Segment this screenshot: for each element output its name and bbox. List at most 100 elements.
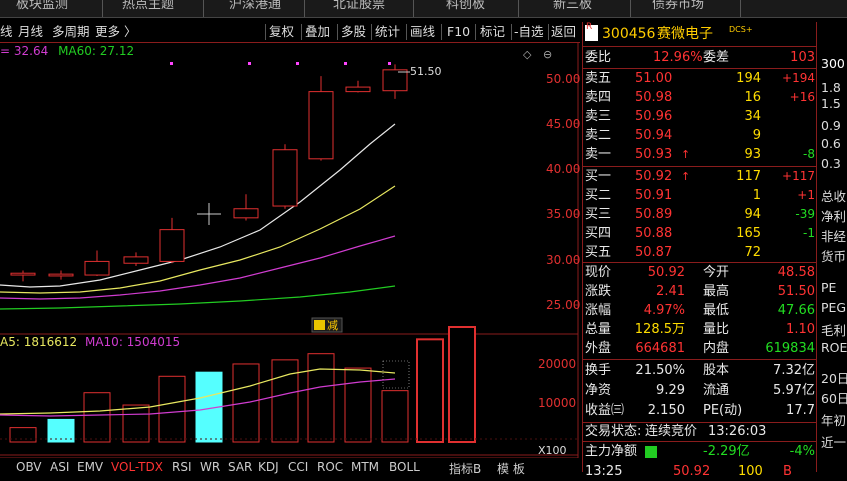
bid-row[interactable]: 买二 50.91 1 +1 bbox=[583, 186, 817, 205]
volume-bar bbox=[158, 375, 186, 443]
bid-change: +1 bbox=[797, 188, 815, 202]
up-arrow-icon: ↑ bbox=[681, 170, 691, 183]
bid-volume: 117 bbox=[736, 169, 761, 184]
divider bbox=[740, 0, 741, 17]
volume-bar bbox=[83, 392, 111, 443]
toolbar-f10[interactable]: F10 bbox=[447, 22, 470, 41]
ask-row[interactable]: 卖四 50.98 16 +16 bbox=[583, 88, 817, 107]
toolbar-line[interactable]: 线 bbox=[0, 22, 14, 41]
side-info-item: 净利 bbox=[821, 209, 847, 224]
divider bbox=[304, 0, 305, 17]
tab-bse-stocks[interactable]: 北证股票 bbox=[333, 0, 385, 15]
weibi-row: 委比 12.96% 委差 103 bbox=[583, 48, 817, 67]
toolbar-restore-rights[interactable]: 复权 bbox=[269, 22, 294, 41]
toolbar-monthly[interactable]: 月线 bbox=[18, 22, 43, 41]
ask-price: 50.93 bbox=[635, 147, 673, 162]
bid-row[interactable]: 买四 50.88 165 -1 bbox=[583, 224, 817, 243]
stat-label: 最低 bbox=[703, 303, 730, 318]
y-tick-40: 40.00 bbox=[546, 162, 581, 176]
bid-label: 买五 bbox=[585, 245, 612, 260]
ask-change: +194 bbox=[782, 71, 815, 85]
candle-body bbox=[345, 86, 371, 93]
settings-circle-icon[interactable]: ⊖ bbox=[543, 48, 552, 61]
weicha-value: 103 bbox=[790, 50, 815, 65]
bid-label: 买四 bbox=[585, 226, 612, 241]
stat-row: 现价 50.92 今开 48.58 bbox=[583, 263, 817, 282]
y-tick-35: 35.00 bbox=[546, 207, 581, 221]
weibi-label: 委比 bbox=[585, 50, 612, 65]
bid-row[interactable]: 买三 50.89 94 -39 bbox=[583, 205, 817, 224]
side-info-item: 300 bbox=[821, 56, 845, 71]
tab-bond-market[interactable]: 债券市场 bbox=[652, 0, 704, 15]
ask-label: 卖一 bbox=[585, 147, 612, 162]
ask-price: 51.00 bbox=[635, 71, 673, 86]
ma30-value: 32.64 bbox=[13, 44, 49, 58]
stock-name: 赛微电子 bbox=[657, 26, 713, 42]
stat-value: 5.97亿 bbox=[773, 383, 815, 398]
ma60-value: 27.12 bbox=[99, 44, 135, 58]
ask-price: 50.96 bbox=[635, 109, 673, 124]
side-info-item: 货币 bbox=[821, 249, 847, 264]
reduce-label: 减 bbox=[327, 319, 338, 332]
indicator-bar: OBV ASI EMV VOL-TDX RSI WR SAR KDJ CCI R… bbox=[0, 458, 580, 476]
bid-row[interactable]: 买一 50.92 ↑ 117 +117 bbox=[583, 167, 817, 186]
ask-row[interactable]: 卖一 50.93 ↑ 93 -8 bbox=[583, 145, 817, 164]
volume-bar bbox=[344, 367, 372, 443]
bid-volume: 1 bbox=[752, 188, 761, 203]
ask-row[interactable]: 卖三 50.96 34 bbox=[583, 107, 817, 126]
stat-row: 总量 128.5万 量比 1.10 bbox=[583, 320, 817, 339]
tab-hk-connect[interactable]: 沪深港通 bbox=[229, 0, 281, 15]
volume-bar bbox=[122, 404, 150, 443]
tab-star-market[interactable]: 科创板 bbox=[446, 0, 485, 15]
ma-legend: = 32.64 MA60: 27.12 bbox=[0, 44, 134, 58]
ma-line-green bbox=[0, 285, 396, 310]
toolbar-mark[interactable]: 标记 bbox=[480, 22, 505, 41]
vol-tick-20000: 20000 bbox=[538, 357, 576, 371]
toolbar-add-watchlist[interactable]: -自选 bbox=[514, 22, 544, 41]
high-label: 51.50 bbox=[410, 65, 442, 78]
stat-label: 今开 bbox=[703, 265, 730, 280]
volume-bar bbox=[416, 338, 444, 444]
side-info-item: 年初 bbox=[821, 413, 847, 428]
candle-body bbox=[84, 260, 110, 276]
bid-row[interactable]: 买五 50.87 72 bbox=[583, 243, 817, 262]
toolbar-statistics[interactable]: 统计 bbox=[375, 22, 400, 41]
toolbar-overlay[interactable]: 叠加 bbox=[305, 22, 330, 41]
divider bbox=[475, 24, 476, 40]
volume-bar bbox=[271, 359, 299, 443]
side-info-item: 20日 bbox=[821, 371, 847, 386]
bid-change: +117 bbox=[782, 169, 815, 183]
stat2-row: 收益㈢ 2.150 PE(动) 17.7 bbox=[583, 401, 817, 420]
toolbar-multi-stock[interactable]: 多股 bbox=[341, 22, 366, 41]
bid-volume: 94 bbox=[744, 207, 761, 222]
stat-value: 48.58 bbox=[777, 265, 815, 280]
divider bbox=[406, 24, 407, 40]
side-info-item: 1.5 bbox=[821, 96, 841, 111]
template-button[interactable]: 模 板 bbox=[497, 460, 525, 477]
indicator-b-button[interactable]: 指标B bbox=[449, 460, 481, 477]
bid-label: 买三 bbox=[585, 207, 612, 222]
ask-volume: 16 bbox=[744, 90, 761, 105]
tab-hot-topics[interactable]: 热点主题 bbox=[122, 0, 174, 15]
side-info-item: 近一 bbox=[821, 435, 847, 450]
side-info-item: 非经 bbox=[821, 229, 847, 244]
kline-chart[interactable]: 51.50 ◇ ⊖ 减 12 X100 日线 20000 10000 bbox=[0, 22, 580, 472]
toolbar-back[interactable]: 返回 bbox=[551, 22, 576, 41]
diamond-icon[interactable]: ◇ bbox=[523, 48, 532, 61]
candle-body bbox=[159, 229, 185, 262]
ask-price: 50.94 bbox=[635, 128, 673, 143]
chart-toolbar: 线 月线 多周期 更多 〉 复权 叠加 多股 统计 画线 F10 标记 -自选 … bbox=[0, 22, 580, 43]
tab-neeq[interactable]: 新三板 bbox=[553, 0, 592, 15]
ask-row[interactable]: 卖五 51.00 194 +194 bbox=[583, 69, 817, 88]
stat-label: 流通 bbox=[703, 383, 730, 398]
toolbar-draw-line[interactable]: 画线 bbox=[410, 22, 435, 41]
trade-status-row: 交易状态: 连续竞价 13:26:03 bbox=[583, 422, 817, 441]
ask-row[interactable]: 卖二 50.94 9 bbox=[583, 126, 817, 145]
tab-sector-monitor[interactable]: 板块监测 bbox=[16, 0, 68, 15]
toolbar-more[interactable]: 更多 〉 bbox=[95, 22, 136, 41]
ask-volume: 34 bbox=[744, 109, 761, 124]
side-info-panel: 300 1.8 1.5 0.9 0.6 0.3 总收 净利 非经 货币 PE PEG 毛利 ROE 20日 6… bbox=[816, 22, 847, 472]
toolbar-multi-period[interactable]: 多周期 bbox=[52, 22, 90, 41]
ask-change: -8 bbox=[803, 147, 815, 161]
reduce-icon bbox=[314, 320, 325, 330]
